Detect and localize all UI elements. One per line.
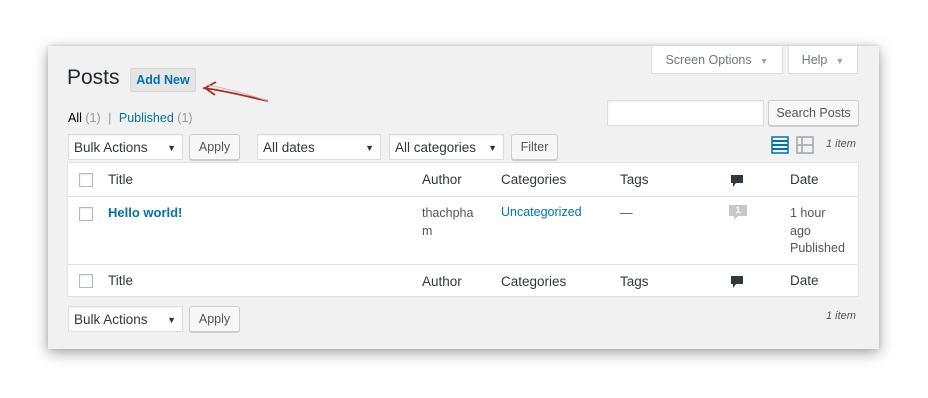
comment-count-bubble[interactable]: 1 [728, 204, 748, 222]
dropdown-arrow-icon: ▼ [167, 315, 176, 325]
screen-options-button[interactable]: Screen Options ▼ [651, 46, 783, 74]
column-categories-footer: Categories [501, 274, 567, 289]
help-button[interactable]: Help ▼ [788, 46, 858, 74]
filter-button[interactable]: Filter [511, 134, 558, 160]
categories-value: All categories [395, 140, 477, 155]
column-categories: Categories [501, 172, 567, 187]
select-all-checkbox[interactable] [79, 173, 93, 187]
apply-button-bottom[interactable]: Apply [189, 306, 240, 332]
search-posts-button[interactable]: Search Posts [768, 100, 859, 126]
comments-icon[interactable] [730, 275, 744, 289]
post-author-link[interactable]: thachpha m [422, 205, 473, 240]
dropdown-arrow-icon: ▼ [167, 143, 176, 153]
posts-table: Title Author Categories Tags Date Hello … [67, 162, 859, 297]
post-date: 1 hour ago Published [790, 205, 845, 258]
select-all-checkbox-footer[interactable] [79, 274, 93, 288]
filter-all-link[interactable]: All [68, 111, 82, 125]
chevron-down-icon: ▼ [835, 56, 845, 66]
dates-value: All dates [263, 140, 315, 155]
column-author: Author [422, 172, 462, 187]
bulk-actions-value: Bulk Actions [74, 140, 148, 155]
column-title-footer[interactable]: Title [108, 273, 133, 288]
excerpt-view-icon[interactable] [796, 136, 814, 154]
column-title[interactable]: Title [108, 172, 133, 187]
status-filter-links: All (1) | Published (1) [68, 111, 193, 125]
dates-select[interactable]: All dates ▼ [257, 134, 381, 160]
bulk-actions-select-bottom[interactable]: Bulk Actions ▼ [68, 306, 183, 332]
posts-screen: Screen Options ▼ Help ▼ Posts Add New All … [48, 46, 879, 349]
post-title-link[interactable]: Hello world! [108, 205, 182, 220]
date-line: ago [790, 223, 811, 238]
dropdown-arrow-icon: ▼ [365, 143, 374, 153]
annotation-arrow-icon [202, 81, 269, 102]
author-line: thachpha [422, 206, 474, 220]
column-tags-footer: Tags [620, 274, 649, 289]
add-new-button[interactable]: Add New [130, 68, 196, 92]
screen-options-label: Screen Options [665, 53, 752, 67]
list-view-icon[interactable] [771, 136, 789, 154]
items-count-bottom: 1 item [826, 310, 856, 322]
date-status: Published [790, 241, 845, 255]
bulk-actions-value: Bulk Actions [74, 312, 148, 327]
comments-icon[interactable] [730, 174, 744, 188]
categories-select[interactable]: All categories ▼ [389, 134, 504, 160]
column-author-footer: Author [422, 274, 462, 289]
post-category-link[interactable]: Uncategorized [501, 205, 582, 219]
apply-button[interactable]: Apply [189, 134, 240, 160]
column-tags: Tags [620, 172, 649, 187]
comment-count: 1 [735, 205, 741, 216]
published-count: (1) [177, 111, 193, 125]
dropdown-arrow-icon: ▼ [488, 143, 497, 153]
page-title: Posts [67, 66, 120, 89]
search-input[interactable] [607, 100, 764, 126]
filter-separator: | [108, 111, 112, 125]
items-count-top: 1 item [826, 138, 856, 150]
column-date-footer[interactable]: Date [790, 273, 819, 288]
filter-published-link[interactable]: Published [119, 111, 174, 125]
post-tags: — [620, 206, 633, 220]
chevron-down-icon: ▼ [759, 56, 769, 66]
column-date[interactable]: Date [790, 172, 819, 187]
row-checkbox[interactable] [79, 207, 93, 221]
help-label: Help [801, 53, 828, 67]
date-line: 1 hour [790, 206, 826, 220]
author-line: m [422, 223, 433, 238]
bulk-actions-select[interactable]: Bulk Actions ▼ [68, 134, 183, 160]
all-count: (1) [85, 111, 101, 125]
